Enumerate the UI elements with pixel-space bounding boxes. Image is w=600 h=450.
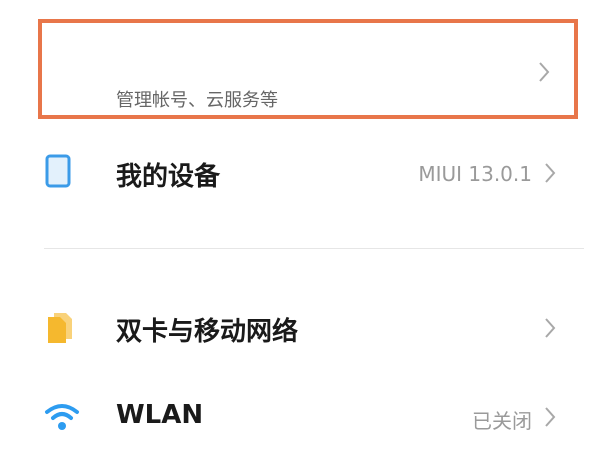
device-icon [44,154,72,192]
chevron-right-icon [538,61,550,83]
chevron-right-icon [544,162,556,184]
wlan-status: 已关闭 [472,409,532,433]
settings-item-dual-sim[interactable]: 双卡与移动网络 [0,293,600,363]
account-subtitle: 管理帐号、云服务等 [116,90,278,111]
settings-item-wlan[interactable]: WLAN 已关闭 [0,382,600,450]
wlan-label: WLAN [116,400,204,430]
my-device-label: 我的设备 [116,162,221,192]
my-device-version: MIUI 13.0.1 [418,162,532,186]
chevron-right-icon [544,317,556,339]
settings-item-my-device[interactable]: 我的设备 MIUI 13.0.1 [0,138,600,208]
sim-card-icon [44,311,76,349]
chevron-right-icon [544,406,556,428]
dual-sim-label: 双卡与移动网络 [116,317,299,347]
wifi-icon [44,402,80,436]
section-divider [44,248,584,249]
settings-page: 管理帐号、云服务等 我的设备 MIUI 13.0.1 双卡与移动网络 WLAN … [0,0,600,450]
account-row[interactable]: 管理帐号、云服务等 [38,19,578,119]
